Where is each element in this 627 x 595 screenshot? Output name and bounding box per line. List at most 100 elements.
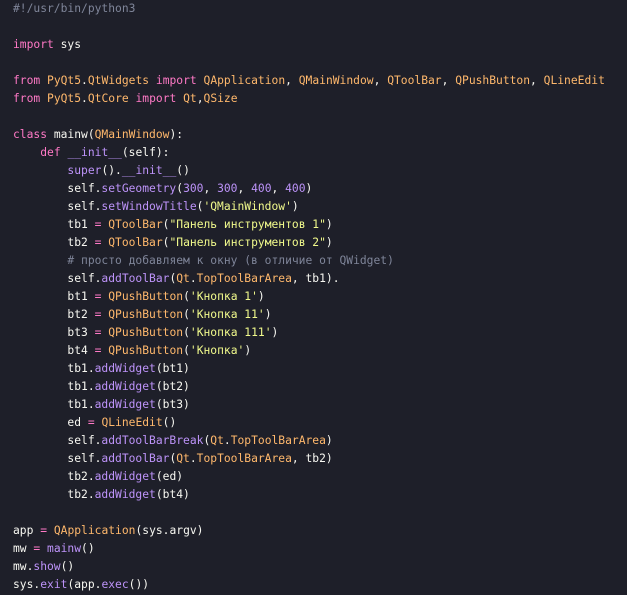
code-line: tb2.addWidget(bt4) — [13, 486, 605, 504]
code-token: addWidget — [94, 470, 156, 483]
code-token: mw. — [13, 560, 34, 573]
code-token: setWindowTitle — [101, 200, 197, 213]
code-line: from PyQt5.QtWidgets import QApplication… — [13, 72, 605, 90]
code-line: self.setWindowTitle('QMainWindow') — [13, 198, 605, 216]
code-token: QApplication — [203, 74, 286, 87]
code-token: () — [176, 164, 190, 177]
code-token: 400 — [285, 182, 306, 195]
code-token: QMainWindow — [94, 128, 170, 141]
code-token: Qt — [176, 452, 190, 465]
code-token: self. — [13, 452, 102, 465]
code-line: bt1 = QPushButton('Кнопка 1') — [13, 288, 605, 306]
code-token: tb1. — [13, 398, 95, 411]
code-token: sys — [53, 38, 82, 51]
code-token: ) — [271, 326, 279, 339]
code-token: tb1 — [13, 218, 95, 231]
code-token: def — [40, 146, 61, 159]
code-token: ) — [257, 290, 265, 303]
code-token: (). — [101, 164, 122, 177]
code-token: class — [13, 128, 48, 141]
code-line: app = QApplication(sys.argv) — [13, 522, 605, 540]
code-line: #!/usr/bin/python3 — [13, 0, 605, 18]
code-line: self.addToolBar(Qt.TopToolBarArea, tb2) — [13, 450, 605, 468]
code-token: addWidget — [94, 488, 156, 501]
code-token: , — [271, 182, 286, 195]
code-token: . — [81, 74, 88, 87]
code-token: app — [13, 524, 41, 537]
code-token: self. — [13, 434, 102, 447]
code-token: ( — [183, 290, 190, 303]
code-line: sys.exit(app.exec()) — [13, 576, 605, 594]
code-token: ) — [264, 308, 272, 321]
code-token: QToolBar — [108, 236, 163, 249]
code-token: Qt — [176, 272, 190, 285]
code-token: , — [530, 74, 544, 87]
code-token: 300 — [183, 182, 204, 195]
code-token: 400 — [251, 182, 272, 195]
code-token: ( — [183, 326, 190, 339]
code-token: 'Кнопка 1' — [189, 290, 258, 303]
code-token: . — [189, 272, 197, 285]
code-line: mw.show() — [13, 558, 605, 576]
code-line: from PyQt5.QtCore import Qt,QSize — [13, 90, 605, 108]
code-line: mw = mainw() — [13, 540, 605, 558]
code-token: (bt3) — [155, 398, 190, 411]
code-token: , — [441, 74, 456, 87]
code-line: self.addToolBarBreak(Qt.TopToolBarArea) — [13, 432, 605, 450]
code-token: QtWidgets — [87, 74, 150, 87]
code-line: self.addToolBar(Qt.TopToolBarArea, tb1). — [13, 270, 605, 288]
code-token: (sys.argv) — [135, 524, 204, 537]
code-line: import sys — [13, 36, 605, 54]
code-token: addWidget — [94, 362, 156, 375]
code-token: ) — [305, 182, 313, 195]
code-token: QLineEdit — [543, 74, 605, 87]
code-token: QPushButton — [108, 326, 184, 339]
code-token: tb2. — [13, 488, 95, 501]
code-token: , tb1). — [291, 272, 340, 285]
code-token: addToolBar — [101, 452, 170, 465]
code-token: . — [223, 434, 231, 447]
code-line: tb1.addWidget(bt3) — [13, 396, 605, 414]
code-token: tb1. — [13, 380, 95, 393]
code-token: () — [60, 560, 75, 573]
code-token: #!/usr/bin/python3 — [13, 2, 136, 15]
code-token: ): — [169, 128, 184, 141]
code-token: show — [33, 560, 61, 573]
code-token: QMainWindow — [298, 74, 374, 87]
code-token: (bt4) — [155, 488, 190, 501]
code-token: = — [40, 524, 48, 537]
code-token: PyQt5 — [47, 74, 82, 87]
code-line: tb1.addWidget(bt1) — [13, 360, 605, 378]
code-token: self. — [13, 272, 102, 285]
code-token: , tb2) — [291, 452, 333, 465]
code-token: super — [67, 164, 102, 177]
code-line: ed = QLineEdit() — [13, 414, 605, 432]
code-token: QToolBar — [108, 218, 163, 231]
code-token: from — [13, 74, 41, 87]
code-token: QPushButton — [108, 344, 184, 357]
code-token: ( — [183, 308, 190, 321]
code-token: = — [87, 416, 95, 429]
code-token: 'Кнопка 11' — [189, 308, 265, 321]
code-token: QPushButton — [455, 74, 531, 87]
code-line: bt3 = QPushButton('Кнопка 111') — [13, 324, 605, 342]
code-token: PyQt5 — [47, 92, 82, 105]
code-token: , — [237, 182, 252, 195]
code-token: self. — [13, 182, 102, 195]
code-token: sys. — [13, 578, 41, 591]
code-token: TopToolBarArea — [230, 434, 326, 447]
code-line: super().__init__() — [13, 162, 605, 180]
code-token: addToolBarBreak — [101, 434, 204, 447]
code-editor[interactable]: #!/usr/bin/python3 import sys from PyQt5… — [0, 0, 627, 595]
code-token: ) — [291, 200, 299, 213]
code-token: exit — [40, 578, 68, 591]
